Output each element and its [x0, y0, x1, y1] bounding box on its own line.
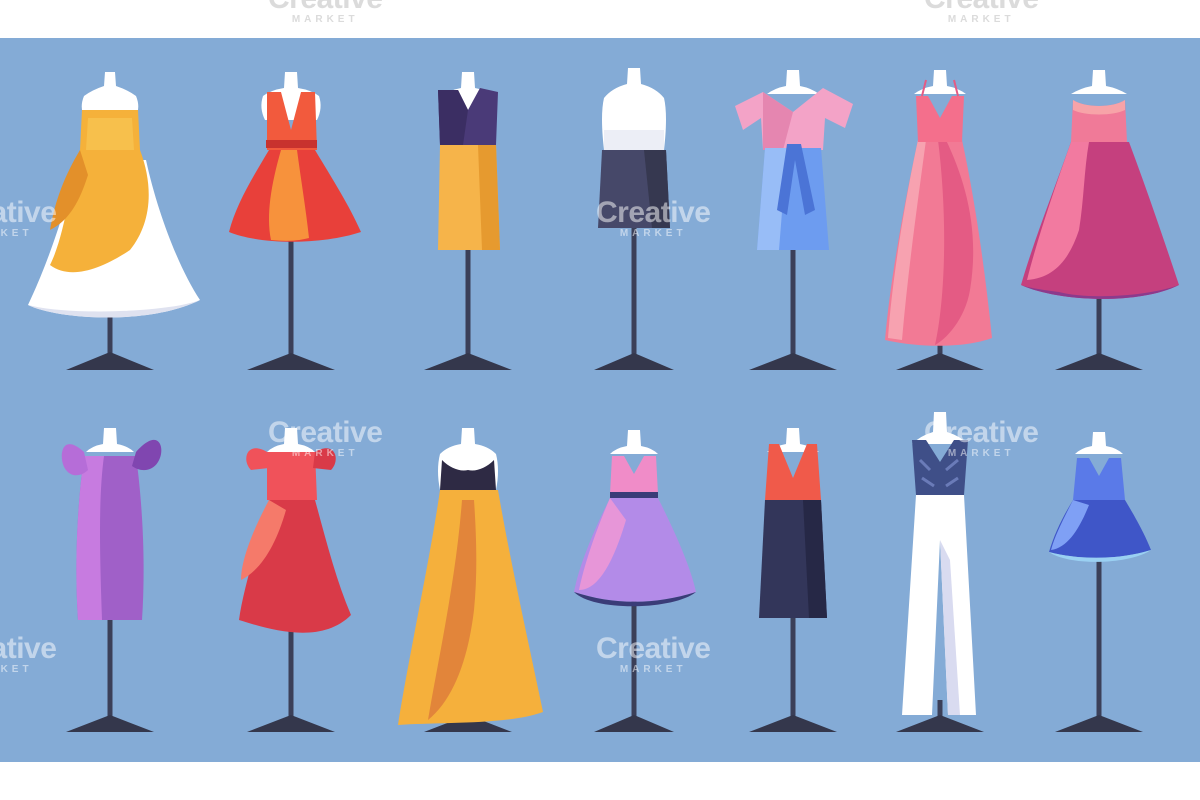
mannequin-torso	[912, 412, 968, 444]
dress-blue-slip	[1049, 432, 1151, 732]
ruffle-sleeve-right	[313, 448, 336, 470]
dress-pink-blue	[735, 70, 853, 370]
dress-yellow-white	[28, 72, 200, 370]
dress-red-navy	[749, 428, 837, 732]
stand-base	[749, 353, 837, 370]
waist-band	[610, 492, 658, 498]
stand-base	[896, 715, 984, 732]
stand-base	[424, 353, 512, 370]
stand-base	[66, 352, 154, 370]
stand-base	[1055, 353, 1143, 370]
mannequin-torso	[86, 428, 134, 452]
stand	[749, 245, 837, 370]
bodice-top	[1073, 100, 1125, 115]
stand-pole	[631, 225, 637, 360]
mannequin-torso	[267, 428, 315, 452]
dress-light	[76, 456, 104, 620]
stand	[594, 225, 674, 370]
mannequin-torso	[610, 430, 658, 454]
mannequin-torso	[914, 70, 966, 94]
ruffle-sleeve-left	[246, 448, 269, 470]
puff-sleeve-left	[61, 444, 88, 476]
dress-collection-illustration	[28, 68, 1179, 732]
stand	[247, 630, 335, 732]
stand-base	[247, 353, 335, 370]
stand-pole	[288, 240, 294, 360]
bodice-red	[267, 452, 317, 500]
stand-base	[594, 353, 674, 370]
dress-purple-puff	[61, 428, 162, 732]
waist-band	[266, 140, 317, 148]
stand-pole	[790, 610, 796, 720]
stand-pole	[631, 600, 637, 720]
bodice-blue	[1073, 458, 1125, 500]
dress-navy-skirt	[594, 68, 674, 370]
stand-pole	[1096, 560, 1102, 720]
dress-yellow-pencil	[424, 72, 512, 370]
stand	[1055, 560, 1143, 732]
mannequin-shade	[604, 130, 664, 150]
stand	[424, 250, 512, 370]
dress-magenta-ballgown	[1021, 70, 1179, 370]
mannequin-torso	[1071, 70, 1127, 94]
dress-red-cocktail	[229, 72, 361, 370]
mannequin-torso	[767, 70, 819, 94]
bodice-pink	[610, 456, 658, 494]
dress-red-ruffle	[239, 428, 351, 732]
dress-pink-gown	[885, 70, 992, 370]
stand-pole	[790, 245, 796, 360]
stand-base	[896, 353, 984, 370]
stand-pole	[465, 250, 471, 360]
stand-pole	[107, 620, 113, 720]
trousers-white	[902, 495, 976, 715]
stand	[1055, 290, 1143, 370]
stand	[66, 620, 154, 732]
stand-base	[1055, 715, 1143, 732]
blouse-pink	[735, 88, 853, 150]
puff-sleeve-right	[132, 439, 162, 471]
dress-skater	[574, 430, 696, 732]
top-red	[765, 444, 821, 500]
stand	[247, 240, 335, 370]
stand	[594, 600, 674, 732]
stand-pole	[1096, 290, 1102, 360]
stand-base	[749, 715, 837, 732]
stand	[749, 610, 837, 732]
mannequin-torso	[1075, 432, 1123, 454]
dress-lace-trousers	[896, 412, 984, 732]
stand-base	[594, 715, 674, 732]
top-lace	[912, 440, 968, 495]
stand-base	[247, 715, 335, 732]
dress-yellow-maxi	[398, 428, 543, 732]
gown-bodice	[916, 96, 964, 142]
bodice-yellow	[86, 118, 134, 150]
stand-pole	[288, 630, 294, 720]
stand-base	[66, 715, 154, 732]
